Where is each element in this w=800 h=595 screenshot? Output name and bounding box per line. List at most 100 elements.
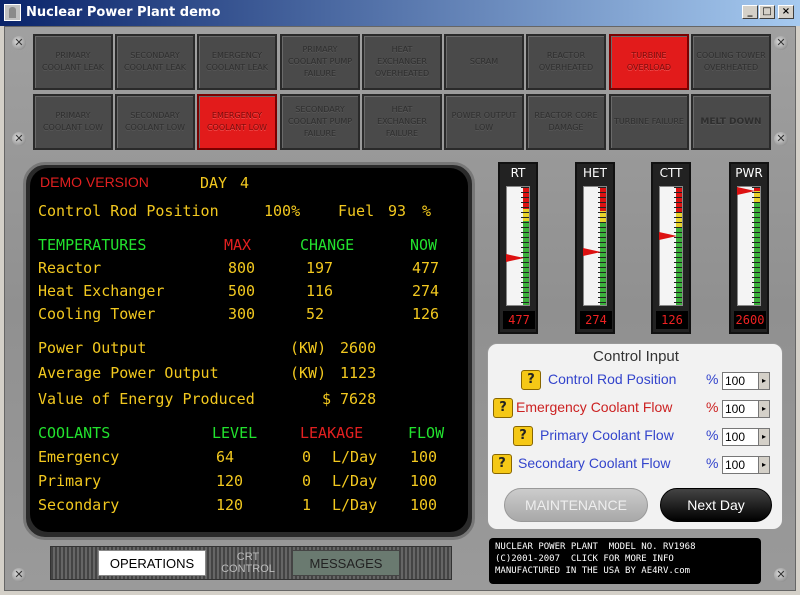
gauge-rt: RT 477 [498,162,538,334]
temps-header: TEMPERATURES [38,236,147,254]
screw-icon: ✕ [12,132,26,146]
percent-unit: % [706,371,719,387]
spinner-arrow-icon[interactable]: ▸ [758,373,769,389]
info-plate[interactable]: NUCLEAR POWER PLANT MODEL NO. RV1968 (C)… [489,538,761,584]
temp-change: 52 [306,305,325,323]
coolant-level: 120 [216,496,244,514]
gauge-label: CTT [659,166,683,180]
value-spinner[interactable]: 100 ▸ [722,456,770,474]
spinner-value: 100 [725,458,746,472]
gauge-needle-icon [506,254,524,262]
gauge-label: HET [583,166,607,180]
power-value: 2600 [340,339,377,357]
gauge-ticks [598,187,606,305]
rod-label: Control Rod Position [38,202,219,220]
temp-now: 477 [412,259,440,277]
alarm-emergency-coolant-leak: EMERGENCY COOLANT LEAK [197,34,277,90]
temp-max: 500 [228,282,256,300]
help-button[interactable]: ? [492,454,512,474]
power-label: Power Output [38,339,147,357]
temp-change: 197 [306,259,334,277]
gauge-tube [583,186,607,306]
tab-crt-control-line1: CRT [236,551,260,563]
tab-crt-control-line2: CONTROL [221,563,275,575]
gauge-ticks [752,187,760,305]
alarm-heat-exchanger-failure: HEAT EXCHANGER FAILURE [362,94,442,150]
percent-unit: % [706,399,719,415]
coolants-col-leakage: LEAKAGE [300,424,364,442]
percent-unit: % [706,427,719,443]
value-spinner[interactable]: 100 ▸ [722,400,770,418]
avg-power-unit: (KW) [290,364,327,382]
alarm-power-output-low: POWER OUTPUT LOW [444,94,524,150]
control-label: Control Rod Position [548,371,677,387]
coolant-flow: 100 [410,496,438,514]
coolants-header: COOLANTS [38,424,111,442]
alarm-turbine-failure: TURBINE FAILURE [609,94,689,150]
temps-col-change: CHANGE [300,236,355,254]
tab-crt-control[interactable]: CRT CONTROL [208,550,288,576]
control-label: Primary Coolant Flow [540,427,674,443]
energy-value: 7628 [340,390,377,408]
alarm-primary-coolant-pump-failure: PRIMARY COOLANT PUMP FAILURE [280,34,360,90]
coolant-leak-unit: L/Day [332,448,378,466]
temps-col-max: MAX [224,236,252,254]
window-title: Nuclear Power Plant demo [26,5,221,20]
alarm-turbine-overload: TURBINE OVERLOAD [609,34,689,90]
gauge-pwr: PWR 2600 [729,162,769,334]
gauge-tube [737,186,761,306]
tab-messages[interactable]: MESSAGES [292,550,400,576]
alarm-secondary-coolant-leak: SECONDARY COOLANT LEAK [115,34,195,90]
maintenance-button[interactable]: MAINTENANCE [504,488,648,522]
temp-max: 300 [228,305,256,323]
close-button[interactable]: × [778,5,794,19]
spinner-arrow-icon[interactable]: ▸ [758,429,769,445]
fuel-value: 93 [388,202,407,220]
spinner-arrow-icon[interactable]: ▸ [758,401,769,417]
control-input-panel: Control Input ? Control Rod Position% 100 ▸… [487,343,783,530]
gauge-value: 2600 [734,311,766,329]
alarm-cooling-tower-overheated: COOLING TOWER OVERHEATED [691,34,771,90]
temp-change: 116 [306,282,334,300]
day-label: DAY [200,174,228,192]
temp-max: 800 [228,259,256,277]
temp-name: Heat Exchanger [38,282,165,300]
help-button[interactable]: ? [493,398,513,418]
coolant-name: Secondary [38,496,120,514]
temps-col-now: NOW [410,236,438,254]
next-day-button[interactable]: Next Day [660,488,772,522]
temp-now: 126 [412,305,440,323]
tab-operations[interactable]: OPERATIONS [98,550,206,576]
avg-power-value: 1123 [340,364,377,382]
coolant-leak: 0 [302,448,312,466]
minimize-button[interactable]: _ [742,5,758,19]
energy-unit: $ [322,390,332,408]
gauge-tube [506,186,530,306]
temp-name: Reactor [38,259,102,277]
value-spinner[interactable]: 100 ▸ [722,372,770,390]
help-button[interactable]: ? [513,426,533,446]
coolant-leak: 0 [302,472,312,490]
gauge-label: RT [510,166,526,180]
gauge-het: HET 274 [575,162,615,334]
help-button[interactable]: ? [521,370,541,390]
coolant-name: Primary [38,472,102,490]
app-icon [4,4,21,21]
temp-now: 274 [412,282,440,300]
spinner-arrow-icon[interactable]: ▸ [758,457,769,473]
avg-power-label: Average Power Output [38,364,219,382]
screw-icon: ✕ [774,36,788,50]
screw-icon: ✕ [12,36,26,50]
spinner-value: 100 [725,402,746,416]
fuel-unit: % [422,202,432,220]
value-spinner[interactable]: 100 ▸ [722,428,770,446]
gauge-needle-icon [737,186,755,195]
alarm-scram: SCRAM [444,34,524,90]
coolants-col-flow: FLOW [408,424,445,442]
gauge-ctt: CTT 126 [651,162,691,334]
maximize-button[interactable]: □ [759,5,775,19]
alarm-heat-exchanger-overheated: HEAT EXCHANGER OVERHEATED [362,34,442,90]
screw-icon: ✕ [774,568,788,582]
control-label: Emergency Coolant Flow [516,399,673,415]
control-input-title: Control Input [593,348,679,365]
